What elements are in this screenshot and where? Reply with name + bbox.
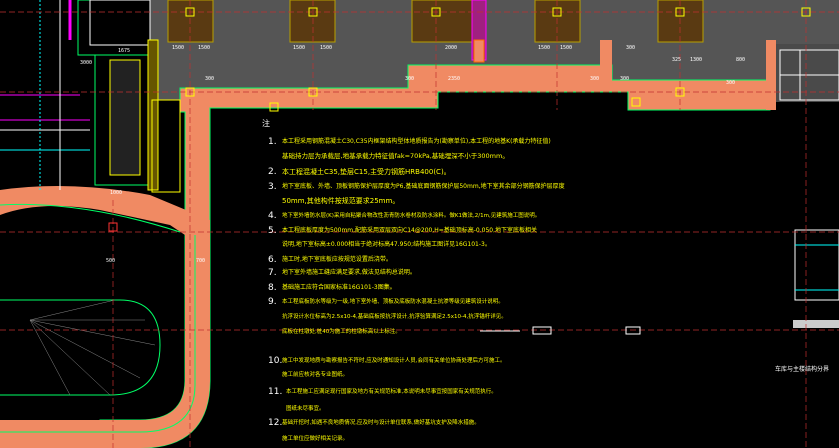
note-number: 10. bbox=[268, 356, 283, 366]
cad-drawing-canvas[interactable] bbox=[0, 0, 839, 448]
dim-label: 1500 bbox=[320, 45, 333, 51]
note-number: 9. bbox=[268, 297, 277, 307]
note-number: 8. bbox=[268, 283, 277, 293]
dim-label: 700 bbox=[196, 258, 206, 264]
dim-label: 1500 bbox=[538, 45, 551, 51]
note-number: 12. bbox=[268, 418, 283, 428]
note-number: 5. bbox=[268, 226, 277, 236]
dim-label: 1675 bbox=[118, 48, 131, 54]
dim-label: 1500 bbox=[560, 45, 573, 51]
dim-label: 1500 bbox=[293, 45, 306, 51]
note-number: 7. bbox=[268, 268, 277, 278]
note-number: 2. bbox=[268, 167, 277, 177]
note-text: 基础持力层为承载层,地基承载力特征值fak=70kPa,基础埋深不小于300mm… bbox=[282, 152, 509, 160]
note-text: 施工中发现地质与勘察报告不符时,应及时通知设计人员,会同有关单位协商处理后方可施… bbox=[282, 358, 506, 364]
note-text: 说明,地下室标高±0.000相当于绝对标高47.950;结构施工图详见16G10… bbox=[282, 241, 491, 248]
dim-label: 1500 bbox=[172, 45, 185, 51]
note-text: 基础施工应符合国家标准16G101-3图集。 bbox=[282, 284, 396, 291]
note-text: 底板在柱墩处,桩40为施工的柱墩标高以上标注。 bbox=[282, 329, 401, 335]
perimeter-band-right2 bbox=[766, 40, 776, 110]
dim-label: 300 bbox=[726, 80, 736, 86]
note-number: 3. bbox=[268, 182, 277, 192]
dim-label: 1500 bbox=[198, 45, 211, 51]
dim-label: 1000 bbox=[110, 190, 123, 196]
note-number: 6. bbox=[268, 255, 277, 265]
note-number: 1. bbox=[268, 137, 277, 147]
dim-label: 800 bbox=[736, 57, 746, 63]
note-text: 地下室外墙防水层(K)采用自粘聚合物改性沥青防水卷材及防水涂料。做K1做法,2/… bbox=[282, 213, 541, 219]
ramp-radial-lines bbox=[29, 299, 156, 396]
dim-label: 300 bbox=[626, 45, 636, 51]
note-text: 施工时,地下室底板应按规范设置后浇带。 bbox=[282, 256, 392, 263]
ramp-curve-lines bbox=[0, 299, 161, 396]
dim-label: 300 bbox=[405, 76, 415, 82]
note-text: 本工程混凝土C35,垫层C15,主受力钢筋HRB400(C)。 bbox=[282, 168, 451, 176]
dim-label: 1300 bbox=[690, 57, 703, 63]
note-text: 本工程采用钢筋混凝土C30,C35内框架结构型体地质报告为(勘察单位),本工程的… bbox=[282, 138, 551, 145]
note-text: 本工程施工应满足现行国家及地方有关规范标准,本说明未尽事宜按国家有关规范执行。 bbox=[286, 389, 497, 395]
legend-boxes bbox=[480, 326, 641, 335]
ramp-band bbox=[0, 186, 210, 448]
note-text: 本工程底板厚度为500mm,配筋采用双层双向C14@200,H=基础顶标高-0.… bbox=[282, 227, 538, 234]
note-text: 抗浮设计水位标高为2.5x10-4,基础底板按抗浮设计,抗浮验算满足2.5x10… bbox=[282, 314, 507, 320]
dim-label: 300 bbox=[205, 76, 215, 82]
perimeter-band-right bbox=[600, 40, 612, 85]
note-text: 施工前应核对各专业图纸。 bbox=[282, 372, 349, 378]
dim-label: 2350 bbox=[448, 76, 461, 82]
dim-label: 300 bbox=[620, 76, 630, 82]
note-text: 基础开挖时,如遇不良地质情况,应及时与设计单位联系,做好基坑支护及降水措施。 bbox=[282, 420, 480, 426]
dim-label: 300 bbox=[590, 76, 600, 82]
note-number: 11. bbox=[268, 387, 283, 397]
note-text: 地下室外墙施工缝应满足要求,做法见结构总说明。 bbox=[282, 269, 416, 276]
left-structure-lines bbox=[0, 0, 151, 190]
dim-label: 500 bbox=[106, 258, 116, 264]
note-text: 50mm,其他构件按规范要求25mm。 bbox=[282, 197, 400, 205]
note-text: 图纸未尽事宜。 bbox=[286, 406, 325, 412]
note-text: 地下室底板、外墙、顶板钢筋保护层厚度为P6,基础底面钢筋保护层50mm,地下室其… bbox=[282, 183, 565, 190]
note-text: 施工单位应做好相关记录。 bbox=[282, 436, 349, 442]
note-number: 4. bbox=[268, 211, 277, 221]
dim-label: 325 bbox=[672, 57, 682, 63]
dim-label: 3000 bbox=[80, 60, 93, 66]
ramp-curve-lines-2 bbox=[0, 203, 196, 433]
note-text: 本工程底板防水等级为一级,地下室外墙、顶板及底板防水混凝土抗渗等级见建筑设计说明… bbox=[282, 299, 504, 305]
garage-boundary-label: 车库与主楼结构分界 bbox=[775, 366, 830, 373]
notes-title: 注 bbox=[262, 119, 270, 128]
dim-label: 2000 bbox=[445, 45, 458, 51]
